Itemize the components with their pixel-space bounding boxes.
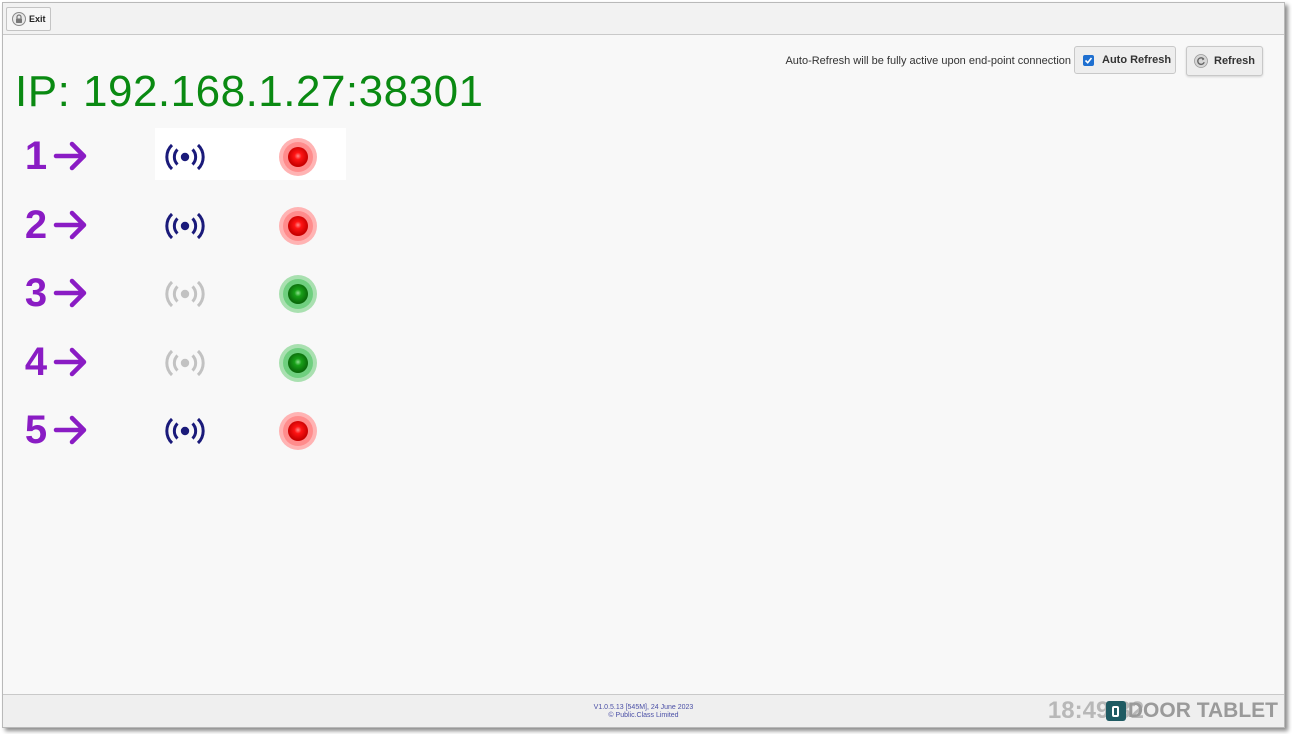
auto-refresh-label: Auto Refresh — [1102, 54, 1172, 66]
top-toolbar: Exit — [3, 3, 1284, 35]
device-row[interactable]: 3 — [3, 269, 348, 319]
status-led-red-icon — [279, 412, 317, 450]
brand-name: DOOR TABLET — [1127, 699, 1278, 722]
arrow-right-icon — [53, 415, 87, 445]
exit-label: Exit — [29, 14, 46, 24]
signal-active-icon — [165, 212, 205, 240]
device-row[interactable]: 2 — [3, 201, 348, 251]
signal-active-icon — [165, 417, 205, 445]
refresh-icon — [1194, 54, 1208, 68]
refresh-label: Refresh — [1214, 55, 1255, 67]
door-tablet-logo-icon — [1105, 701, 1126, 721]
device-row[interactable]: 4 — [3, 338, 348, 388]
device-number: 5 — [24, 408, 48, 452]
status-led-green-icon — [279, 275, 317, 313]
exit-button[interactable]: Exit — [6, 7, 51, 31]
arrow-right-icon — [53, 141, 87, 171]
arrow-right-icon — [53, 347, 87, 377]
checkbox-checked-icon[interactable] — [1083, 54, 1094, 66]
device-row[interactable]: 5 — [3, 406, 348, 456]
brand-logo: DOOR TABLET — [1105, 699, 1278, 723]
device-number: 4 — [24, 340, 48, 384]
auto-refresh-toggle[interactable]: Auto Refresh — [1074, 46, 1176, 74]
signal-inactive-icon — [165, 280, 205, 308]
status-led-red-icon — [279, 138, 317, 176]
signal-inactive-icon — [165, 349, 205, 377]
signal-active-icon — [165, 143, 205, 171]
lock-icon — [12, 12, 26, 26]
autorefresh-note: Auto-Refresh will be fully active upon e… — [785, 55, 1071, 67]
arrow-right-icon — [53, 210, 87, 240]
ip-address: IP: 192.168.1.27:38301 — [15, 67, 484, 116]
device-row[interactable]: 1 — [3, 128, 348, 182]
app-window: Exit Auto-Refresh will be fully active u… — [2, 2, 1285, 728]
device-number: 3 — [24, 271, 48, 315]
refresh-button[interactable]: Refresh — [1186, 46, 1263, 76]
status-led-red-icon — [279, 207, 317, 245]
status-led-green-icon — [279, 344, 317, 382]
arrow-right-icon — [53, 278, 87, 308]
device-number: 2 — [24, 203, 48, 247]
device-number: 1 — [24, 134, 48, 178]
status-bar: V1.0.5.13 [545M], 24 June 2023 © Public.… — [3, 694, 1284, 727]
